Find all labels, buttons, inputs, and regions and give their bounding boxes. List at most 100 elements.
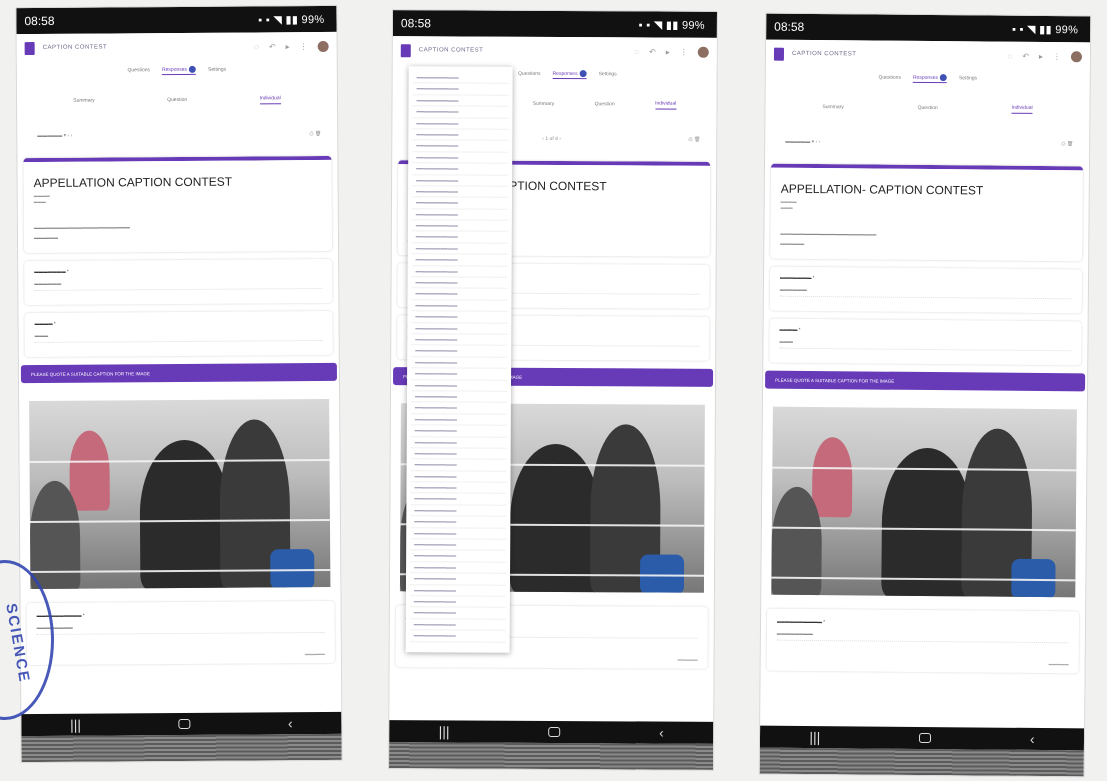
dropdown-option[interactable]: ▬▬▬▬▬▬▬▬▬▬▬▬ (412, 163, 509, 176)
dropdown-option[interactable]: ▬▬▬▬▬▬▬▬▬▬▬▬ (411, 243, 508, 256)
print-icon[interactable]: ⎙ 🗑 (1061, 141, 1073, 147)
dropdown-option[interactable]: ▬▬▬▬▬▬▬▬▬▬▬▬ (411, 334, 508, 347)
dropdown-option[interactable]: ▬▬▬▬▬▬▬▬▬▬▬▬ (411, 254, 508, 267)
avatar[interactable] (317, 40, 329, 52)
subtab-question[interactable]: Question (167, 97, 187, 103)
dropdown-option[interactable]: ▬▬▬▬▬▬▬▬▬▬▬▬ (410, 402, 507, 415)
recents-button[interactable]: ||| (439, 723, 450, 739)
subtab-individual[interactable]: Individual (1011, 104, 1033, 114)
dropdown-option[interactable]: ▬▬▬▬▬▬▬▬▬▬▬▬ (410, 539, 507, 552)
tab-responses[interactable]: Responses (552, 69, 587, 79)
dropdown-option[interactable]: ▬▬▬▬▬▬▬▬▬▬▬▬ (411, 322, 508, 335)
dropdown-option[interactable]: ▬▬▬▬▬▬▬▬▬▬▬▬ (412, 151, 509, 164)
more-icon[interactable]: ⋮ (300, 42, 308, 51)
dropdown-option[interactable]: ▬▬▬▬▬▬▬▬▬▬▬▬ (412, 140, 509, 153)
back-button[interactable]: ‹ (1030, 731, 1035, 747)
undo-icon[interactable]: ↶ (1022, 51, 1029, 60)
dropdown-option[interactable]: ▬▬▬▬▬▬▬▬▬▬▬▬ (411, 277, 508, 290)
tab-settings[interactable]: Settings (599, 71, 617, 77)
dropdown-option[interactable]: ▬▬▬▬▬▬▬▬▬▬▬▬ (412, 129, 509, 142)
avatar[interactable] (1070, 50, 1083, 62)
more-icon[interactable]: ⋮ (680, 47, 688, 56)
undo-icon[interactable]: ↶ (649, 47, 656, 56)
dropdown-option[interactable]: ▬▬▬▬▬▬▬▬▬▬▬▬ (411, 300, 508, 312)
subtab-question[interactable]: Question (918, 105, 938, 111)
dropdown-option[interactable]: ▬▬▬▬▬▬▬▬▬▬▬▬ (410, 516, 507, 529)
palette-icon[interactable]: ◌ (1007, 51, 1012, 60)
home-button[interactable] (548, 726, 561, 738)
tab-settings[interactable]: Settings (959, 75, 977, 81)
dropdown-option[interactable]: ▬▬▬▬▬▬▬▬▬▬▬▬ (411, 345, 508, 358)
dropdown-option[interactable]: ▬▬▬▬▬▬▬▬▬▬▬▬ (411, 265, 508, 278)
tab-questions[interactable]: Questions (127, 67, 150, 73)
dropdown-option[interactable]: ▬▬▬▬▬▬▬▬▬▬▬▬ (410, 391, 507, 404)
send-icon[interactable]: ▸ (666, 47, 670, 56)
undo-icon[interactable]: ↶ (269, 42, 276, 51)
tab-questions[interactable]: Questions (878, 75, 901, 81)
dropdown-option[interactable]: ▬▬▬▬▬▬▬▬▬▬▬▬ (412, 174, 509, 187)
recents-button[interactable]: ||| (70, 717, 81, 733)
dropdown-option[interactable]: ▬▬▬▬▬▬▬▬▬▬▬▬ (410, 527, 507, 540)
recents-button[interactable]: ||| (809, 729, 820, 745)
tab-responses[interactable]: Responses (161, 65, 197, 75)
dropdown-option[interactable]: ▬▬▬▬▬▬▬▬▬▬▬▬ (411, 357, 508, 369)
dropdown-option[interactable]: ▬▬▬▬▬▬▬▬▬▬▬▬ (412, 72, 509, 85)
subtab-question[interactable]: Question (595, 101, 615, 107)
print-icon[interactable]: ⎙ 🗑 (689, 137, 701, 143)
tab-settings[interactable]: Settings (208, 67, 226, 73)
dropdown-option[interactable]: ▬▬▬▬▬▬▬▬▬▬▬▬ (409, 607, 506, 620)
dropdown-option[interactable]: ▬▬▬▬▬▬▬▬▬▬▬▬ (410, 436, 507, 449)
dropdown-option[interactable]: ▬▬▬▬▬▬▬▬▬▬▬▬ (412, 117, 509, 130)
dropdown-option[interactable]: ▬▬▬▬▬▬▬▬▬▬▬▬ (410, 562, 507, 574)
subtab-individual[interactable]: Individual (259, 94, 281, 104)
dropdown-option[interactable]: ▬▬▬▬▬▬▬▬▬▬▬▬ (410, 459, 507, 472)
dropdown-option[interactable]: ▬▬▬▬▬▬▬▬▬▬▬▬ (411, 311, 508, 324)
dropdown-option[interactable]: ▬▬▬▬▬▬▬▬▬▬▬▬ (412, 186, 509, 199)
avatar[interactable] (697, 46, 709, 58)
dropdown-option[interactable]: ▬▬▬▬▬▬▬▬▬▬▬▬ (409, 596, 506, 609)
dropdown-option[interactable]: ▬▬▬▬▬▬▬▬▬▬▬▬ (409, 630, 506, 643)
dropdown-option[interactable]: ▬▬▬▬▬▬▬▬▬▬▬▬ (410, 425, 507, 438)
tab-responses[interactable]: Responses (912, 73, 948, 83)
forms-doc-icon (773, 47, 785, 61)
dropdown-option[interactable]: ▬▬▬▬▬▬▬▬▬▬▬▬ (410, 505, 507, 517)
more-icon[interactable]: ⋮ (1053, 52, 1061, 61)
respondent-select[interactable]: ▬▬▬▬▬ ▾ ‹ › (37, 133, 72, 139)
dropdown-option[interactable]: ▬▬▬▬▬▬▬▬▬▬▬▬ (410, 448, 507, 461)
dropdown-option[interactable]: ▬▬▬▬▬▬▬▬▬▬▬▬ (409, 619, 506, 631)
home-button[interactable] (919, 732, 932, 744)
dropdown-option[interactable]: ▬▬▬▬▬▬▬▬▬▬▬▬ (412, 106, 509, 119)
dropdown-option[interactable]: ▬▬▬▬▬▬▬▬▬▬▬▬ (410, 413, 507, 426)
dropdown-option[interactable]: ▬▬▬▬▬▬▬▬▬▬▬▬ (410, 550, 507, 563)
dropdown-option[interactable]: ▬▬▬▬▬▬▬▬▬▬▬▬ (409, 573, 507, 586)
back-button[interactable]: ‹ (288, 715, 293, 731)
subtab-individual[interactable]: Individual (655, 100, 677, 110)
dropdown-option[interactable]: ▬▬▬▬▬▬▬▬▬▬▬▬ (410, 470, 507, 483)
dropdown-option[interactable]: ▬▬▬▬▬▬▬▬▬▬▬▬ (412, 95, 509, 107)
dropdown-option[interactable]: ▬▬▬▬▬▬▬▬▬▬▬▬ (411, 208, 508, 221)
subtab-summary[interactable]: Summary (73, 98, 94, 104)
print-icon[interactable]: ⎙ 🗑 (309, 131, 321, 137)
home-button[interactable] (178, 718, 191, 730)
dropdown-option[interactable]: ▬▬▬▬▬▬▬▬▬▬▬▬ (411, 220, 508, 233)
subtab-summary[interactable]: Summary (822, 104, 843, 110)
send-icon[interactable]: ▸ (1039, 51, 1043, 60)
dropdown-option[interactable]: ▬▬▬▬▬▬▬▬▬▬▬▬ (409, 584, 506, 597)
dropdown-option[interactable]: ▬▬▬▬▬▬▬▬▬▬▬▬ (411, 197, 509, 210)
dropdown-option[interactable]: ▬▬▬▬▬▬▬▬▬▬▬▬ (412, 83, 509, 96)
respondent-nav[interactable]: ‹ 1 of 4 › (542, 136, 561, 142)
palette-icon[interactable]: ◌ (634, 47, 639, 56)
send-icon[interactable]: ▸ (286, 42, 290, 51)
dropdown-option[interactable]: ▬▬▬▬▬▬▬▬▬▬▬▬ (411, 368, 508, 381)
respondent-select[interactable]: ▬▬▬▬▬ ▾ ‹ › (785, 139, 820, 145)
dropdown-option[interactable]: ▬▬▬▬▬▬▬▬▬▬▬▬ (410, 493, 507, 506)
tab-questions[interactable]: Questions (518, 71, 541, 77)
dropdown-option[interactable]: ▬▬▬▬▬▬▬▬▬▬▬▬ (410, 482, 507, 495)
dropdown-option[interactable]: ▬▬▬▬▬▬▬▬▬▬▬▬ (411, 231, 508, 244)
dropdown-option[interactable]: ▬▬▬▬▬▬▬▬▬▬▬▬ (411, 288, 508, 301)
subtab-summary[interactable]: Summary (533, 101, 554, 107)
palette-icon[interactable]: ◌ (254, 42, 259, 51)
back-button[interactable]: ‹ (659, 725, 664, 741)
dropdown-option[interactable]: ▬▬▬▬▬▬▬▬▬▬▬▬ (410, 379, 508, 392)
respondent-dropdown[interactable]: ▬▬▬▬▬▬▬▬▬▬▬▬ ▬▬▬▬▬▬▬▬▬▬▬▬ ▬▬▬▬▬▬▬▬▬▬▬▬ ▬▬▬▬… (405, 66, 513, 653)
